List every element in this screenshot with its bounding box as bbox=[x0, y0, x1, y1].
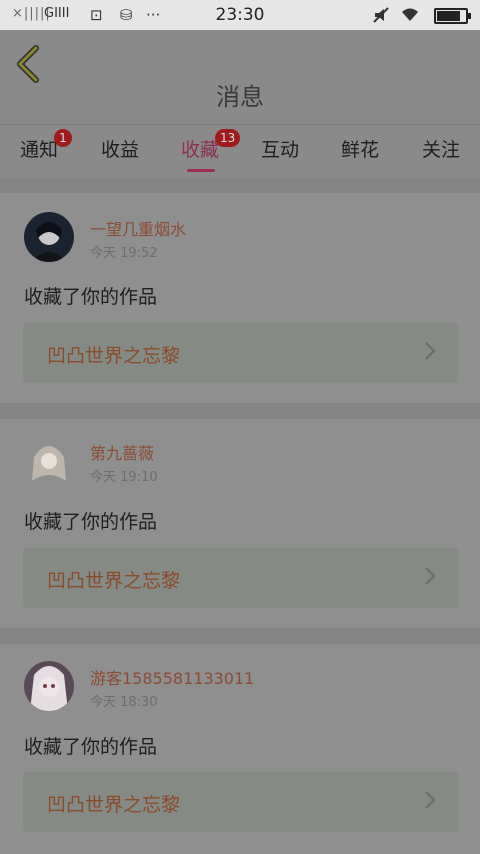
action-text: 收藏了你的作品 bbox=[24, 511, 158, 533]
tab-label: 关注 bbox=[421, 139, 460, 161]
tab-label: 互动 bbox=[260, 139, 299, 161]
divider bbox=[0, 177, 480, 193]
tab-favorites[interactable]: 收藏 13 bbox=[170, 129, 241, 172]
list-item: 第九蔷薇 今天 19:10 收藏了你的作品 凹凸世界之忘黎 bbox=[0, 419, 480, 629]
chevron-right-icon bbox=[425, 342, 436, 360]
mute-icon bbox=[372, 6, 390, 28]
tab-label: 收藏 bbox=[180, 139, 219, 161]
status-bar: ×||||| GIIII ⊡ ⛁ ··· 23:30 bbox=[0, 0, 480, 30]
tab-earnings[interactable]: 收益 bbox=[90, 135, 150, 162]
list-item: 一望几重烟水 今天 19:52 收藏了你的作品 凹凸世界之忘黎 bbox=[0, 193, 480, 403]
work-title: 凹凸世界之忘黎 bbox=[47, 794, 181, 816]
divider bbox=[0, 628, 480, 644]
list-item: 游客1585581133011 今天 18:30 收藏了你的作品 凹凸世界之忘黎 bbox=[0, 644, 480, 854]
wifi-icon bbox=[400, 6, 420, 26]
work-link[interactable]: 凹凸世界之忘黎 bbox=[23, 772, 458, 832]
chevron-right-icon bbox=[425, 567, 436, 585]
username[interactable]: 一望几重烟水 bbox=[90, 216, 186, 240]
tab-label: 收益 bbox=[100, 139, 139, 161]
tab-bar: 通知 1 收益 收藏 13 互动 鲜花 关注 bbox=[0, 124, 480, 177]
tab-interactions[interactable]: 互动 bbox=[250, 135, 310, 162]
battery-icon bbox=[434, 8, 471, 24]
tab-flowers[interactable]: 鲜花 bbox=[330, 135, 390, 162]
chevron-right-icon bbox=[425, 791, 436, 809]
work-link[interactable]: 凹凸世界之忘黎 bbox=[23, 323, 458, 383]
work-title: 凹凸世界之忘黎 bbox=[47, 570, 181, 592]
timestamp: 今天 19:10 bbox=[90, 470, 158, 485]
tab-notifications[interactable]: 通知 1 bbox=[9, 129, 72, 162]
divider bbox=[0, 403, 480, 419]
tab-label: 鲜花 bbox=[340, 139, 379, 161]
avatar[interactable] bbox=[24, 437, 74, 487]
tab-following[interactable]: 关注 bbox=[411, 135, 471, 162]
tab-label: 通知 bbox=[19, 139, 58, 161]
avatar[interactable] bbox=[24, 661, 74, 711]
active-tab-indicator bbox=[187, 169, 215, 172]
page-title: 消息 bbox=[216, 83, 264, 111]
work-title: 凹凸世界之忘黎 bbox=[47, 345, 181, 367]
avatar[interactable] bbox=[24, 212, 74, 262]
notification-badge: 13 bbox=[215, 129, 241, 147]
timestamp: 今天 18:30 bbox=[90, 695, 158, 710]
username[interactable]: 第九蔷薇 bbox=[90, 440, 154, 464]
action-text: 收藏了你的作品 bbox=[24, 286, 158, 308]
work-link[interactable]: 凹凸世界之忘黎 bbox=[23, 548, 458, 608]
action-text: 收藏了你的作品 bbox=[24, 736, 158, 758]
notification-badge: 1 bbox=[54, 129, 72, 147]
username[interactable]: 游客1585581133011 bbox=[90, 665, 254, 689]
timestamp: 今天 19:52 bbox=[90, 246, 158, 261]
